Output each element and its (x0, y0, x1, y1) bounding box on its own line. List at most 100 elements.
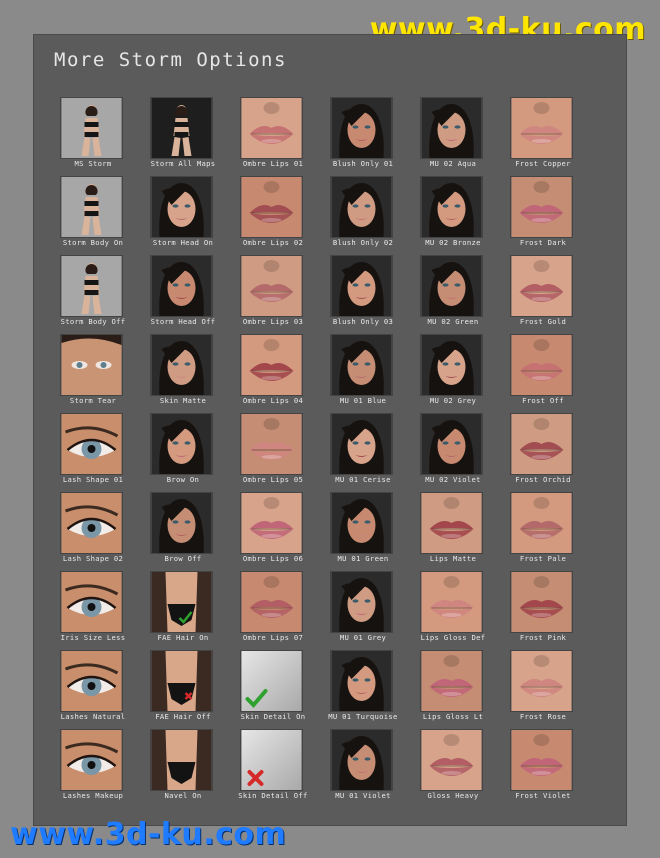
preset-tile[interactable]: MU 02 Bronze (408, 176, 498, 255)
preset-tile[interactable]: MS Storm (48, 97, 138, 176)
figure-full-icon (61, 98, 122, 158)
preset-tile[interactable]: Lips Matte (408, 492, 498, 571)
preset-tile[interactable]: Storm Tear (48, 334, 138, 413)
preset-tile[interactable]: MU 01 Blue (318, 334, 408, 413)
face-icon (331, 572, 392, 632)
preset-tile[interactable]: MU 02 Violet (408, 413, 498, 492)
preset-label: Frost Copper (515, 159, 571, 168)
preset-tile[interactable]: Ombre Lips 02 (228, 176, 318, 255)
preset-tile[interactable]: Skin Detail On (228, 650, 318, 729)
preset-tile[interactable]: Lashes Natural (48, 650, 138, 729)
preset-tile[interactable]: Storm Head On (138, 176, 228, 255)
preset-tile[interactable]: MU 01 Green (318, 492, 408, 571)
preset-tile[interactable]: Ombre Lips 04 (228, 334, 318, 413)
preset-tile[interactable]: Ombre Lips 03 (228, 255, 318, 334)
preset-tile[interactable]: Ombre Lips 07 (228, 571, 318, 650)
preset-tile[interactable]: MU 02 Green (408, 255, 498, 334)
preset-tile[interactable]: MU 02 Grey (408, 334, 498, 413)
preset-tile[interactable]: Frost Copper (498, 97, 588, 176)
face-icon (151, 256, 212, 316)
preset-label: MU 01 Turquoise (328, 712, 398, 721)
preset-tile[interactable]: Ombre Lips 05 (228, 413, 318, 492)
eye-icon (61, 414, 122, 474)
preset-tile[interactable]: Brow On (138, 413, 228, 492)
figure-full-icon (151, 98, 212, 158)
preset-tile[interactable]: Blush Only 03 (318, 255, 408, 334)
lips-icon (421, 493, 482, 553)
preset-label: Ombre Lips 03 (242, 317, 304, 326)
watermark-bottom: www.3d-ku.com (10, 817, 287, 852)
face-icon (331, 493, 392, 553)
preset-tile[interactable]: Frost Violet (498, 729, 588, 808)
preset-label: Lash Shape 02 (62, 554, 124, 563)
preset-label: Ombre Lips 07 (242, 633, 304, 642)
face-icon (331, 98, 392, 158)
lips-icon (511, 493, 572, 553)
preset-tile[interactable]: Skin Detail Off (228, 729, 318, 808)
preset-label: Storm Body On (62, 238, 124, 247)
lips-icon (511, 414, 572, 474)
face-icon (331, 335, 392, 395)
preset-label: MU 01 Violet (335, 791, 391, 800)
face-icon (151, 414, 212, 474)
preset-tile[interactable]: Iris Size Less (48, 571, 138, 650)
preset-tile[interactable]: Gloss Heavy (408, 729, 498, 808)
preset-label: Storm All Maps (150, 159, 216, 168)
preset-tile[interactable]: MU 02 Aqua (408, 97, 498, 176)
torso-icon (151, 730, 212, 790)
preset-label: Frost Off (522, 396, 564, 405)
preset-tile[interactable]: Ombre Lips 06 (228, 492, 318, 571)
preset-label: Lashes Natural (60, 712, 126, 721)
face-icon (331, 414, 392, 474)
preset-tile[interactable]: Frost Rose (498, 650, 588, 729)
lips-icon (511, 98, 572, 158)
preset-tile[interactable]: Ombre Lips 01 (228, 97, 318, 176)
preset-label: Blush Only 03 (332, 317, 394, 326)
preset-tile[interactable]: Brow Off (138, 492, 228, 571)
preset-label: Frost Orchid (515, 475, 571, 484)
preset-tile[interactable]: Frost Pink (498, 571, 588, 650)
lips-icon (241, 493, 302, 553)
preset-label: Storm Tear (69, 396, 117, 405)
preset-label: Blush Only 01 (332, 159, 394, 168)
preset-label: Frost Rose (519, 712, 567, 721)
lips-icon (511, 730, 572, 790)
preset-tile[interactable]: Blush Only 02 (318, 176, 408, 255)
preset-tile[interactable]: MU 01 Turquoise (318, 650, 408, 729)
options-panel: More Storm Options MS Storm Storm All Ma… (33, 34, 627, 826)
preset-tile[interactable]: Frost Off (498, 334, 588, 413)
preset-tile[interactable]: Frost Orchid (498, 413, 588, 492)
lips-icon (511, 572, 572, 632)
preset-tile[interactable]: Storm Head Off (138, 255, 228, 334)
preset-tile[interactable]: Frost Pale (498, 492, 588, 571)
face-icon (331, 177, 392, 237)
preset-tile[interactable]: Frost Dark (498, 176, 588, 255)
preset-tile[interactable]: FAE Hair On (138, 571, 228, 650)
preset-tile[interactable]: Lash Shape 02 (48, 492, 138, 571)
preset-label: Lips Matte (429, 554, 477, 563)
preset-tile[interactable]: MU 01 Cerise (318, 413, 408, 492)
preset-label: Frost Pink (519, 633, 567, 642)
face-icon (331, 256, 392, 316)
preset-label: Skin Matte (159, 396, 207, 405)
preset-label: Storm Head On (152, 238, 214, 247)
cross-icon (241, 730, 302, 790)
preset-tile[interactable]: Skin Matte (138, 334, 228, 413)
preset-tile[interactable]: Lashes Makeup (48, 729, 138, 808)
preset-tile[interactable]: FAE Hair Off (138, 650, 228, 729)
figure-full-icon (61, 256, 122, 316)
preset-label: Frost Gold (519, 317, 567, 326)
preset-tile[interactable]: Lips Gloss Lt (408, 650, 498, 729)
preset-label: Lips Gloss Lt (422, 712, 484, 721)
preset-tile[interactable]: MU 01 Grey (318, 571, 408, 650)
preset-label: Frost Pale (519, 554, 567, 563)
preset-tile[interactable]: Frost Gold (498, 255, 588, 334)
preset-tile[interactable]: Lips Gloss Def (408, 571, 498, 650)
preset-tile[interactable]: Storm All Maps (138, 97, 228, 176)
preset-tile[interactable]: Storm Body Off (48, 255, 138, 334)
preset-tile[interactable]: MU 01 Violet (318, 729, 408, 808)
preset-tile[interactable]: Storm Body On (48, 176, 138, 255)
preset-tile[interactable]: Lash Shape 01 (48, 413, 138, 492)
preset-tile[interactable]: Navel On (138, 729, 228, 808)
preset-tile[interactable]: Blush Only 01 (318, 97, 408, 176)
